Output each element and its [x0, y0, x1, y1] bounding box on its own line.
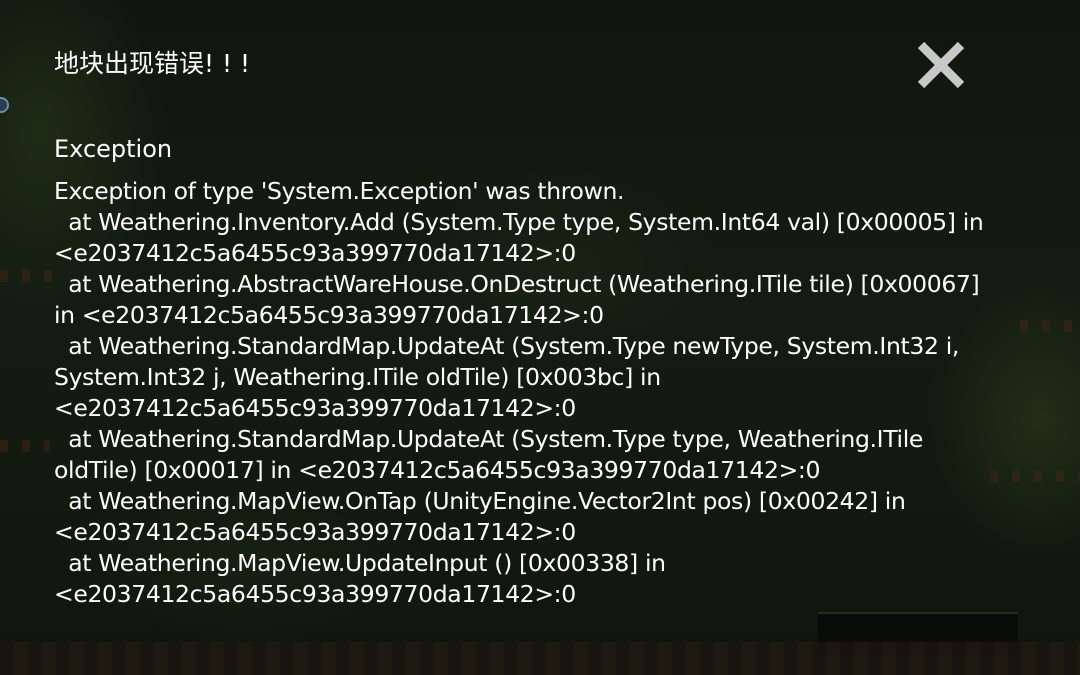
stack-trace-line: at Weathering.Inventory.Add (System.Type… — [54, 208, 984, 236]
stack-trace-line: <e2037412c5a6455c93a399770da17142>:0 — [54, 394, 576, 422]
error-title: 地块出现错误! ! ! — [54, 49, 250, 78]
stack-trace-line: System.Int32 j, Weathering.ITile oldTile… — [54, 363, 661, 391]
error-dialog: 地块出现错误! ! ! Exception Exception of type … — [0, 0, 1080, 675]
stack-trace-line: <e2037412c5a6455c93a399770da17142>:0 — [54, 239, 576, 267]
stack-trace-line: at Weathering.AbstractWareHouse.OnDestru… — [54, 270, 980, 298]
stack-trace-line: Exception of type 'System.Exception' was… — [54, 177, 625, 205]
stack-trace-line: at Weathering.StandardMap.UpdateAt (Syst… — [54, 425, 923, 453]
stack-trace-line: at Weathering.MapView.UpdateInput () [0x… — [54, 549, 666, 577]
exception-header: Exception — [54, 135, 173, 163]
stack-trace-line: at Weathering.StandardMap.UpdateAt (Syst… — [54, 332, 960, 360]
stack-trace-line: <e2037412c5a6455c93a399770da17142>:0 — [54, 580, 576, 608]
stack-trace-line: <e2037412c5a6455c93a399770da17142>:0 — [54, 518, 576, 546]
stack-trace-line: oldTile) [0x00017] in <e2037412c5a6455c9… — [54, 456, 821, 484]
stack-trace-line: at Weathering.MapView.OnTap (UnityEngine… — [54, 487, 906, 515]
game-screen: 地块出现错误! ! ! Exception Exception of type … — [0, 0, 1080, 675]
close-x-icon — [917, 41, 965, 89]
stack-trace-line: in <e2037412c5a6455c93a399770da17142>:0 — [54, 301, 604, 329]
close-button[interactable] — [914, 38, 968, 92]
stack-trace: Exception of type 'System.Exception' was… — [54, 176, 1044, 610]
